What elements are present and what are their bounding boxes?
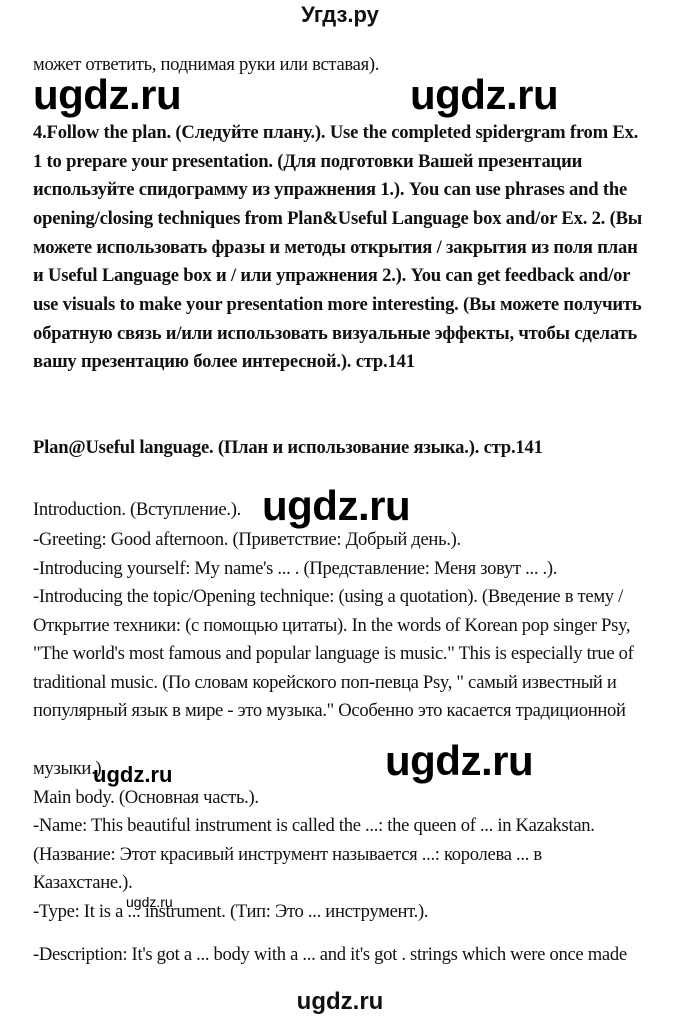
task-4-line: opening/closing techniques from Plan&Use… xyxy=(33,208,643,229)
topic-line: Открытие техники: (с помощью цитаты). In… xyxy=(33,615,631,636)
footer-watermark: ugdz.ru xyxy=(296,988,384,1015)
plan-heading: Plan@Useful language. (План и использова… xyxy=(33,437,543,458)
task-4-line: и Useful Language box и / или упражнения… xyxy=(33,265,631,286)
watermark: ugdz.ru xyxy=(410,71,559,118)
task-4-line: use visuals to make your presentation mo… xyxy=(33,294,642,315)
introducing-yourself-line: -Introducing yourself: My name's ... . (… xyxy=(33,558,558,579)
name-line: Казахстане.). xyxy=(33,872,133,893)
type-line: -Type: It is a ... instrument. (Тип: Это… xyxy=(33,901,429,922)
site-title[interactable]: Угдз.ру xyxy=(0,0,680,30)
watermark: ugdz.ru xyxy=(385,737,534,784)
introduction-heading: Introduction. (Вступление.). xyxy=(33,499,241,520)
watermark: ugdz.ru xyxy=(262,482,411,529)
watermark: ugdz.ru xyxy=(33,71,182,118)
task-4-line: 1 to prepare your presentation. (Для под… xyxy=(33,151,583,172)
task-4-line: можете использовать фразы и методы откры… xyxy=(33,237,638,258)
topic-line: traditional music. (По словам корейского… xyxy=(33,672,617,693)
greeting-line: -Greeting: Good afternoon. (Приветствие:… xyxy=(33,529,461,550)
topic-line: -Introducing the topic/Opening technique… xyxy=(33,586,624,607)
main-body-heading: Main body. (Основная часть.). xyxy=(33,787,259,808)
topic-line: "The world's most famous and popular lan… xyxy=(33,643,634,664)
task-4-line: вашу презентацию более интересной.). стр… xyxy=(33,351,415,372)
name-line: -Name: This beautiful instrument is call… xyxy=(33,815,595,836)
watermark: ugdz.ru xyxy=(93,762,173,787)
task-4-line: обратную связь и/или использовать визуал… xyxy=(33,323,638,344)
task-4-line: 4.Follow the plan. (Следуйте плану.). Us… xyxy=(33,122,639,143)
description-line: -Description: It's got a ... body with a… xyxy=(33,944,627,965)
name-line: (Название: Этот красивый инструмент назы… xyxy=(33,844,542,865)
task-4-line: используйте спидограмму из упражнения 1.… xyxy=(33,179,628,200)
topic-line: популярный язык в мире - это музыка." Ос… xyxy=(33,700,626,721)
